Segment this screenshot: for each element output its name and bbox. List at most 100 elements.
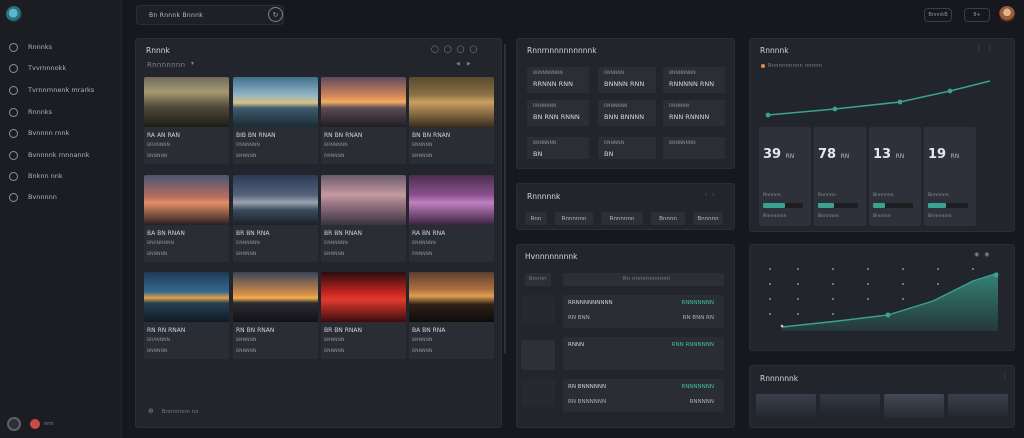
- kpi-value: 78 RN: [818, 147, 849, 162]
- list-side-tab[interactable]: [521, 340, 555, 370]
- area-chart: [769, 268, 999, 331]
- chevron-down-icon[interactable]: ▾: [191, 60, 194, 67]
- pager-icon[interactable]: ◀▶: [456, 61, 478, 67]
- list-row[interactable]: RRNNNNNNNNN RN BNN RNNNNNNN RN BNN RN: [563, 295, 724, 328]
- stat-card[interactable]: RNNNNN BN: [598, 137, 656, 159]
- power-icon: [9, 171, 18, 181]
- stat-card[interactable]: RNNNNN BNNNN RNN: [598, 67, 656, 93]
- gallery-tile[interactable]: BA BN RNA BNNNNN BNNNNN: [409, 272, 494, 359]
- stat-card[interactable]: BNNNNNNN RNNNNN RNN: [663, 67, 725, 93]
- gallery-scrollbar[interactable]: [504, 44, 506, 354]
- sidebar-item[interactable]: Bvnnnn rnnk: [0, 124, 118, 142]
- sidebar-item[interactable]: Bvnnnnn: [0, 188, 118, 206]
- stat-label: BNNNNNN: [533, 141, 557, 146]
- stat-card[interactable]: BNNNNNN BN: [527, 137, 589, 159]
- metrics-menu-icon[interactable]: ⋮⋮: [976, 45, 998, 52]
- list-side-tab[interactable]: [521, 295, 555, 323]
- tile-t3-text: RNNNNN: [324, 154, 345, 159]
- list-row[interactable]: RNNN RNN RNNNNNN: [563, 337, 724, 370]
- gallery-tile[interactable]: BR BN RNAN BNNNNN BNNNNN: [321, 272, 406, 359]
- sidebar-item[interactable]: Rnnnks: [0, 38, 118, 56]
- add-icon[interactable]: ⊕: [148, 407, 154, 415]
- kpi-card[interactable]: 19 RN Bnnnnnn Bnnnnnnn: [924, 127, 976, 226]
- tile-image: [144, 175, 229, 225]
- kpi-card[interactable]: 13 RN Bnnnnnn Bnnnnn: [869, 127, 921, 226]
- gallery-tile[interactable]: BN BN RNAN BNNNNN BNNNNN: [409, 77, 494, 164]
- tile-t1-text: RA AN RAN: [147, 132, 180, 139]
- list-panel: Hvnnnnnnnnk Rnnnn Rn nnnnnnnnnnn RRNNNNN…: [516, 244, 735, 428]
- help-icon[interactable]: [7, 417, 21, 431]
- avatar[interactable]: [999, 6, 1015, 22]
- sidebar-item[interactable]: Tvvrnnnokk: [0, 59, 118, 77]
- notifications-button[interactable]: 8+: [964, 8, 990, 22]
- list-row[interactable]: RN BNNNNNN RN BNNNNNN RNNNNNNN RNNNNN: [563, 379, 724, 412]
- row-r1-text: RNNNNNNN: [681, 384, 714, 390]
- stat-card[interactable]: RNNNNN RNN RNNNN: [663, 100, 725, 126]
- filter-chip[interactable]: Bnnnnn: [693, 212, 723, 225]
- gallery-tile[interactable]: RA BN RNA BNNNNNN RNNNNN: [409, 175, 494, 262]
- metrics-legend: Rnnnnnnnnn nnnnn: [768, 63, 823, 69]
- sidebar-item[interactable]: Rnnnks: [0, 103, 118, 121]
- sidebar-item-label: Bvnnnn rnnk: [28, 129, 70, 137]
- tile-t1-text: BA BN RNA: [412, 327, 446, 334]
- gallery-tile[interactable]: BIB BN RNAN RNNNNNN BNNNNN: [233, 77, 318, 164]
- list-search-tab[interactable]: Rnnnn: [525, 273, 551, 286]
- kpi-progress-bar: [763, 203, 803, 208]
- filter-chip[interactable]: Bnnnn: [651, 212, 685, 225]
- sidebar: Rnnnks Tvvrnnnokk Tvrnnrnnenk mrarks Rnnnks…: [0, 0, 122, 438]
- tile-image: [409, 175, 494, 225]
- filters-title: Rnnnnnk: [527, 192, 561, 201]
- sidebar-item[interactable]: Bvnnnnk rnnnannk: [0, 146, 118, 164]
- sidebar-item-label: Rnnnks: [28, 108, 53, 116]
- sidebar-item[interactable]: Bnknn nnk: [0, 167, 118, 185]
- gallery-filter[interactable]: Rnnnnnnn: [147, 61, 185, 69]
- kpi-card[interactable]: 39 RN Rnnnnn Rnnnnnnn: [759, 127, 811, 226]
- tile-t1-text: RN BN RNAN: [324, 132, 363, 139]
- thumbnail-image[interactable]: [756, 394, 816, 418]
- tile-t1-text: BIB BN RNAN: [236, 132, 276, 139]
- stat-value: BN: [604, 150, 614, 158]
- filters-nav-icon[interactable]: ‹›: [705, 192, 719, 198]
- filter-chip[interactable]: Rnnnnnn: [601, 212, 643, 225]
- thumbnail-image[interactable]: [820, 394, 880, 418]
- search-bar[interactable]: Bn Rnnnk Bnnnk: [136, 5, 284, 25]
- sidebar-item-label: Bnknn nnk: [28, 172, 63, 180]
- chart-point: [947, 88, 953, 94]
- refresh-icon[interactable]: ↻: [268, 7, 283, 22]
- gallery-tile[interactable]: RA AN RAN BRANNNN BNNNNN: [144, 77, 229, 164]
- app-logo-icon[interactable]: [6, 6, 22, 22]
- area-menu-icon[interactable]: ◉◉: [974, 251, 994, 258]
- thumbs-menu-icon[interactable]: ⋮: [1002, 373, 1008, 380]
- list-side-tab[interactable]: [521, 379, 555, 407]
- filter-chip[interactable]: Rnnnnnn: [555, 212, 593, 225]
- stat-label: RNNNNN: [604, 141, 624, 146]
- stat-card[interactable]: BNNNNNNN: [663, 137, 725, 159]
- area-chart-panel: ◉◉: [749, 244, 1015, 351]
- sidebar-item[interactable]: Tvrnnrnnenk mrarks: [0, 81, 118, 99]
- thumbnail-image[interactable]: [884, 394, 944, 418]
- metrics-title: Rnnnnk: [760, 46, 789, 55]
- tile-t3-text: BNNNNN: [324, 349, 345, 354]
- notification-badge-icon[interactable]: [30, 419, 40, 429]
- gallery-tile[interactable]: RN BN RNAN BRNNNNN RNNNNN: [321, 77, 406, 164]
- list-search-input[interactable]: Rn nnnnnnnnnnn: [563, 273, 724, 286]
- stat-value: BN RNN RNNN: [533, 113, 580, 121]
- gallery-actions-icon[interactable]: ◯◯◯◯: [431, 45, 482, 53]
- gallery-tile[interactable]: BR BN RNA RNNNNNN BNNNNN: [233, 175, 318, 262]
- stat-value: BNNNN RNN: [604, 80, 645, 88]
- thumbnail-image[interactable]: [948, 394, 1008, 418]
- pill-button[interactable]: BnnnkB: [924, 8, 952, 22]
- gallery-tile[interactable]: BA BN RNAN BNANNNNN BNNNNN: [144, 175, 229, 262]
- sidebar-item-label: Bvnnnnk rnnnannk: [28, 151, 90, 159]
- stats-title: Rnnrnnnnnnnnnnk: [527, 46, 597, 55]
- gallery-tile[interactable]: RN BN RNAN BNNNNN BNNNNN: [233, 272, 318, 359]
- tile-t1-text: BN BN RNAN: [412, 132, 451, 139]
- filter-chip[interactable]: Rnn: [525, 212, 547, 225]
- stat-value: BN: [533, 150, 543, 158]
- stat-card[interactable]: RNNNNNN BNN BNNNN: [598, 100, 656, 126]
- stat-card[interactable]: RNNNNNN BN RNN RNNN: [527, 100, 589, 126]
- gallery-tile[interactable]: BR BN RNAN RNNNNNN BNNNNN: [321, 175, 406, 262]
- stat-card[interactable]: BRNNNNNNN RRNNN RNN: [527, 67, 589, 93]
- gallery-tile[interactable]: RN RN RNAN BRANNNN BNNNNN: [144, 272, 229, 359]
- kpi-card[interactable]: 78 RN Rnnnnn Bnnnnnn: [814, 127, 866, 226]
